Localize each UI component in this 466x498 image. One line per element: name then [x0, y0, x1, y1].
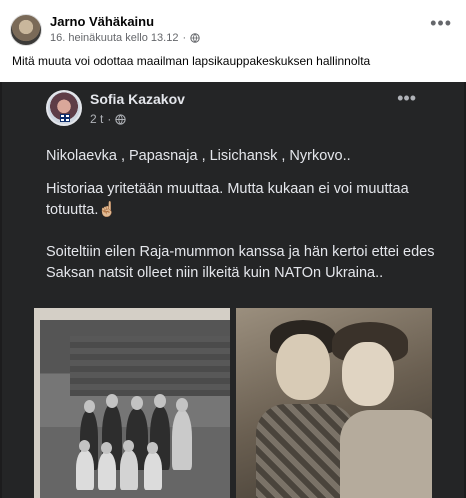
author-name[interactable]: Jarno Vähäkainu	[50, 14, 154, 29]
meta-separator: ·	[107, 112, 112, 126]
shared-post-paragraph: Nikolaevka , Papasnaja , Lisichansk , Ny…	[46, 148, 351, 164]
post-text: Mitä muuta voi odottaa maailman lapsikau…	[12, 54, 371, 68]
shared-post-paragraph: Soiteltiin eilen Raja-mummon kanssa ja h…	[46, 244, 435, 281]
more-options-icon[interactable]: •••	[430, 14, 452, 32]
globe-icon	[190, 33, 200, 43]
outer-post-header: Jarno Vähäkainu 16. heinäkuuta kello 13.…	[0, 0, 466, 80]
more-options-icon[interactable]: •••	[397, 89, 416, 107]
globe-icon	[115, 113, 127, 125]
avatar[interactable]	[10, 14, 42, 46]
photo-couple-portrait[interactable]	[236, 308, 432, 498]
flag-icon	[60, 114, 70, 122]
shared-post-time[interactable]: 2 t	[90, 112, 103, 126]
shared-author-name[interactable]: Sofia Kazakov	[90, 91, 185, 107]
photo-group-family[interactable]	[34, 308, 230, 498]
shared-post-meta: 2 t ·	[90, 112, 127, 126]
post-meta: 16. heinäkuuta kello 13.12 ·	[50, 32, 200, 44]
post-timestamp[interactable]: 16. heinäkuuta kello 13.12	[50, 32, 178, 44]
shared-post-paragraph: Historiaa yritetään muuttaa. Mutta kukaa…	[46, 181, 409, 218]
meta-separator: ·	[182, 32, 187, 44]
